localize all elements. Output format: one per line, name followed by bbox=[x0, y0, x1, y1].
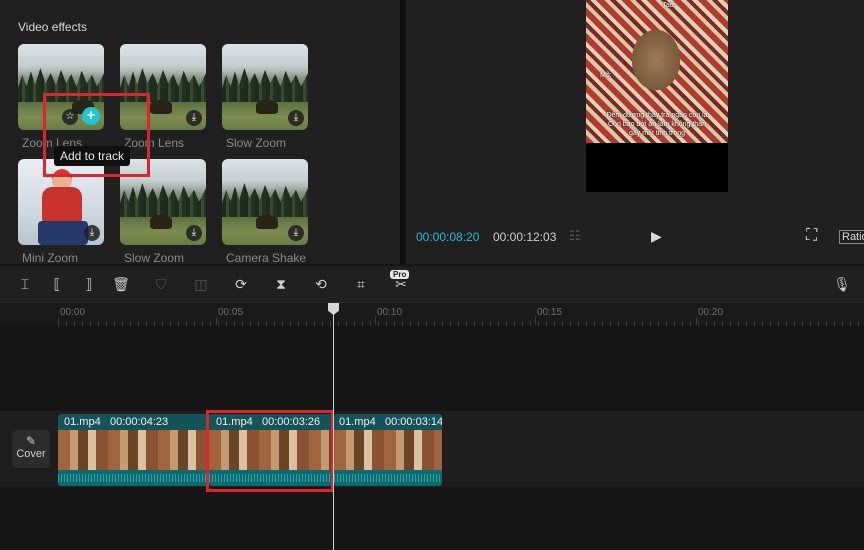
clip-name: 01.mp4 bbox=[64, 416, 101, 428]
download-icon[interactable]: ⤓ bbox=[186, 110, 202, 126]
highlight-box bbox=[206, 410, 334, 492]
tick-label: 00:05 bbox=[218, 307, 244, 318]
video-preview: Tao: Mõ: Đêm dương thay trả ngao còn là … bbox=[586, 0, 728, 192]
split-icon[interactable]: ⌶ bbox=[15, 274, 35, 294]
timeline-toolbar: ⌶ ⟦ ⟧ 🗑 ⛉ ◫ ⟳ ⧗ ⟲ ⌗ ✂ 🎙 bbox=[0, 266, 864, 302]
effect-label: Slow Zoom bbox=[124, 251, 185, 265]
effect-card-slow-zoom-1[interactable]: ⤓ bbox=[222, 44, 308, 130]
effect-label: Camera Shake bbox=[226, 251, 307, 265]
playhead[interactable] bbox=[333, 306, 334, 550]
download-icon[interactable]: ⤓ bbox=[288, 225, 304, 241]
download-icon[interactable]: ⤓ bbox=[84, 225, 100, 241]
timeline-ruler[interactable]: 00:00 00:05 00:10 00:15 00:20 bbox=[0, 302, 864, 326]
highlight-box bbox=[43, 93, 150, 177]
clip-thumbnails bbox=[334, 430, 442, 470]
reverse-icon[interactable]: ⟳ bbox=[231, 274, 251, 294]
mirror-icon[interactable]: ⧗ bbox=[271, 274, 291, 294]
tick-label: 00:15 bbox=[537, 307, 563, 318]
grid-icon[interactable]: ☷ bbox=[569, 228, 581, 244]
microphone-icon[interactable]: 🎙 bbox=[832, 274, 852, 294]
ratio-button[interactable]: Ratio bbox=[839, 230, 864, 244]
tick-label: 00:20 bbox=[698, 307, 724, 318]
edit-icon: ✎ bbox=[25, 434, 37, 448]
audio-waveform bbox=[58, 470, 208, 486]
tick-label: 00:10 bbox=[377, 307, 403, 318]
tick-label: 00:00 bbox=[60, 307, 86, 318]
caption-line: Còn bao bởi ăn làm không thần bbox=[608, 121, 706, 128]
cover-button[interactable]: ✎ Cover bbox=[12, 430, 50, 468]
video-clip[interactable]: 01.mp4 00:00:03:14 bbox=[334, 414, 442, 486]
download-icon[interactable]: ⤓ bbox=[186, 225, 202, 241]
effect-label: Mini Zoom bbox=[22, 251, 79, 265]
shield-icon[interactable]: ⛉ bbox=[151, 274, 171, 294]
effect-card-camera-shake[interactable]: ⤓ bbox=[222, 159, 308, 245]
fullscreen-icon[interactable]: ⛶ bbox=[806, 227, 817, 245]
audio-waveform bbox=[334, 470, 442, 486]
caption-line: Tao: bbox=[662, 2, 676, 9]
clip-name: 01.mp4 bbox=[339, 416, 376, 428]
clip-duration: 00:00:04:23 bbox=[110, 416, 169, 428]
delete-icon[interactable]: 🗑 bbox=[111, 274, 131, 294]
split-left-icon[interactable]: ⟦ bbox=[47, 274, 67, 294]
effect-label: Slow Zoom bbox=[226, 136, 287, 150]
pro-badge: Pro bbox=[390, 270, 410, 279]
caption-line: Mõ: bbox=[600, 72, 612, 79]
split-right-icon[interactable]: ⟧ bbox=[79, 274, 99, 294]
caption-line: gây mất tinh trong bbox=[628, 130, 686, 137]
clip-thumbnails bbox=[58, 430, 208, 470]
cover-label: Cover bbox=[16, 448, 46, 460]
caption-line: Đêm dương thay trả ngao còn là bbox=[606, 112, 708, 119]
crop-icon[interactable]: ⌗ bbox=[351, 274, 371, 294]
download-icon[interactable]: ⤓ bbox=[288, 110, 304, 126]
video-clip[interactable]: 01.mp4 00:00:04:23 bbox=[58, 414, 208, 486]
rotate-icon[interactable]: ⟲ bbox=[311, 274, 331, 294]
total-time: 00:00:12:03 bbox=[493, 230, 557, 244]
clip-duration: 00:00:03:14 bbox=[385, 416, 442, 428]
effects-panel-title: Video effects bbox=[18, 20, 87, 34]
play-icon[interactable]: ▶ bbox=[651, 228, 662, 245]
current-time: 00:00:08:20 bbox=[416, 230, 480, 244]
freeze-icon[interactable]: ◫ bbox=[191, 274, 211, 294]
